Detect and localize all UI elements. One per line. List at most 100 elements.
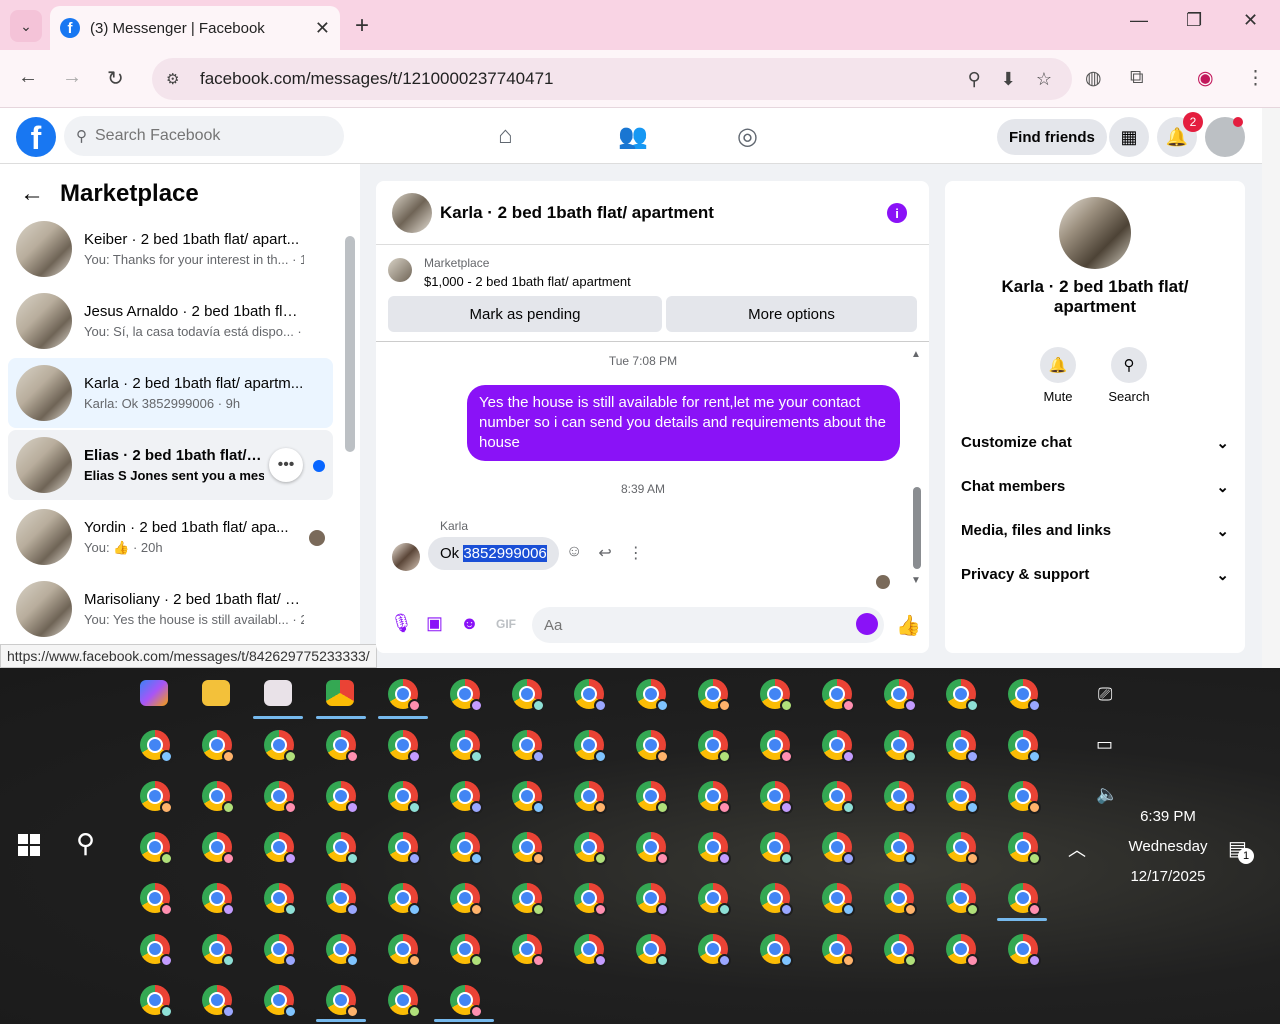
chrome-taskbar-icon[interactable]: [450, 832, 483, 865]
chat-members-row[interactable]: Chat members ⌄: [961, 478, 1229, 496]
chrome-taskbar-icon[interactable]: [1008, 883, 1041, 916]
chrome-taskbar-icon[interactable]: [946, 934, 979, 967]
chrome-taskbar-icon[interactable]: [822, 679, 855, 712]
conversation-item[interactable]: Jesus Arnaldo · 2 bed 1bath flat... You:…: [8, 286, 333, 356]
chrome-taskbar-icon[interactable]: [636, 730, 669, 763]
info-icon[interactable]: i: [887, 203, 907, 223]
chrome-taskbar-icon[interactable]: [698, 679, 731, 712]
emoji-icon[interactable]: [856, 613, 878, 635]
chrome-taskbar-icon[interactable]: [264, 883, 297, 916]
home-icon[interactable]: ⌂: [498, 122, 513, 150]
more-icon[interactable]: ⋮: [628, 543, 644, 563]
search-button[interactable]: ⚲ Search: [1099, 347, 1159, 404]
volume-icon[interactable]: 🔈: [1096, 784, 1118, 805]
chrome-taskbar-icon[interactable]: [636, 934, 669, 967]
search-icon[interactable]: ⚲: [76, 828, 95, 859]
microphone-icon[interactable]: 🎙: [390, 613, 413, 634]
tab-close-icon[interactable]: ✕: [315, 18, 330, 39]
clock-time[interactable]: 6:39 PM: [1120, 808, 1216, 825]
chrome-taskbar-icon[interactable]: [760, 730, 793, 763]
like-icon[interactable]: 👍: [896, 613, 921, 638]
chrome-taskbar-icon[interactable]: [264, 781, 297, 814]
address-bar[interactable]: ⚙ facebook.com/messages/t/12100002377404…: [152, 58, 1072, 100]
chrome-taskbar-icon[interactable]: [512, 934, 545, 967]
chrome-taskbar-icon[interactable]: [450, 730, 483, 763]
listing-thumbnail[interactable]: [388, 258, 412, 282]
chat-title[interactable]: Karla · 2 bed 1bath flat/ apartment: [440, 203, 714, 223]
chrome-taskbar-icon[interactable]: [636, 883, 669, 916]
reload-icon[interactable]: ↻: [107, 66, 124, 91]
avatar[interactable]: [392, 543, 420, 571]
chrome-taskbar-icon[interactable]: [574, 934, 607, 967]
chrome-taskbar-icon[interactable]: [264, 934, 297, 967]
media-files-row[interactable]: Media, files and links ⌄: [961, 522, 1229, 540]
chrome-taskbar-icon[interactable]: [388, 832, 421, 865]
customize-chat-row[interactable]: Customize chat ⌄: [961, 434, 1229, 452]
chrome-taskbar-icon[interactable]: [202, 934, 235, 967]
chrome-taskbar-icon[interactable]: [636, 832, 669, 865]
conversation-item[interactable]: Keiber · 2 bed 1bath flat/ apart... You:…: [8, 214, 333, 284]
chrome-taskbar-icon[interactable]: [884, 883, 917, 916]
gif-icon[interactable]: GIF: [496, 617, 516, 631]
search-input[interactable]: [95, 127, 315, 145]
chrome-taskbar-icon[interactable]: [326, 883, 359, 916]
chrome-taskbar-icon[interactable]: [822, 934, 855, 967]
mark-pending-button[interactable]: Mark as pending: [388, 296, 662, 332]
restore-icon[interactable]: ❐: [1186, 10, 1202, 31]
chrome-taskbar-icon[interactable]: [450, 781, 483, 814]
react-icon[interactable]: ☺: [566, 543, 582, 563]
menu-icon[interactable]: ⋮: [1246, 67, 1265, 90]
chrome-taskbar-icon[interactable]: [326, 934, 359, 967]
notification-center-icon[interactable]: ▤ 1: [1228, 836, 1254, 864]
chrome-taskbar-icon[interactable]: [140, 730, 173, 763]
sticker-icon[interactable]: ☻: [460, 613, 479, 634]
site-info-icon[interactable]: ⚙: [166, 70, 188, 88]
back-arrow-icon[interactable]: ←: [20, 180, 44, 208]
chrome-taskbar-icon[interactable]: [1008, 679, 1041, 712]
zoom-icon[interactable]: ⚲: [968, 69, 981, 90]
chrome-taskbar-icon[interactable]: [884, 679, 917, 712]
chrome-taskbar-icon[interactable]: [884, 934, 917, 967]
back-icon[interactable]: ←: [18, 66, 38, 89]
chrome-taskbar-icon[interactable]: [264, 730, 297, 763]
display-icon[interactable]: ▭: [1096, 734, 1113, 755]
chrome-taskbar-icon[interactable]: [450, 883, 483, 916]
chrome-taskbar-icon[interactable]: [326, 781, 359, 814]
chrome-taskbar-icon[interactable]: [760, 679, 793, 712]
chrome-taskbar-icon[interactable]: [1008, 730, 1041, 763]
facebook-logo-icon[interactable]: f: [16, 117, 56, 157]
chrome-taskbar-icon[interactable]: [202, 781, 235, 814]
more-options-icon[interactable]: •••: [269, 448, 303, 482]
chat-scrollbar[interactable]: [913, 487, 921, 569]
chrome-taskbar-icon[interactable]: [202, 832, 235, 865]
chrome-taskbar-icon[interactable]: [512, 883, 545, 916]
outgoing-message[interactable]: Yes the house is still available for ren…: [467, 385, 900, 461]
scroll-down-icon[interactable]: ▼: [911, 575, 921, 586]
notifications-icon[interactable]: 🔔 2: [1157, 112, 1203, 157]
chrome-taskbar-icon[interactable]: [450, 679, 483, 712]
chrome-taskbar-icon[interactable]: [140, 781, 173, 814]
chrome-taskbar-icon[interactable]: [822, 730, 855, 763]
friends-icon[interactable]: 👥: [618, 122, 648, 151]
chrome-taskbar-icon[interactable]: [512, 781, 545, 814]
chrome-taskbar-icon[interactable]: [884, 730, 917, 763]
avatar[interactable]: [392, 192, 432, 233]
chrome-taskbar-icon[interactable]: [202, 883, 235, 916]
chrome-taskbar-icon[interactable]: [388, 679, 421, 712]
scroll-up-icon[interactable]: ▲: [911, 349, 921, 360]
conversation-item-unread[interactable]: Elias · 2 bed 1bath flat/ apar... Elias …: [8, 430, 333, 500]
snipping-tool-icon[interactable]: [264, 680, 292, 706]
avatar[interactable]: [1059, 197, 1131, 269]
chrome-taskbar-icon[interactable]: [326, 832, 359, 865]
chrome-taskbar-icon[interactable]: [1008, 832, 1041, 865]
globe-icon[interactable]: ◍: [1085, 67, 1102, 90]
chrome-taskbar-icon[interactable]: [326, 985, 359, 1018]
photo-icon[interactable]: ▣: [426, 613, 443, 634]
chrome-taskbar-icon[interactable]: [698, 934, 731, 967]
chrome-taskbar-icon[interactable]: [636, 781, 669, 814]
file-explorer-icon[interactable]: [202, 680, 230, 706]
more-options-button[interactable]: More options: [666, 296, 917, 332]
chrome-taskbar-icon[interactable]: [822, 883, 855, 916]
chrome-taskbar-icon[interactable]: [698, 781, 731, 814]
chrome-taskbar-icon[interactable]: [264, 832, 297, 865]
